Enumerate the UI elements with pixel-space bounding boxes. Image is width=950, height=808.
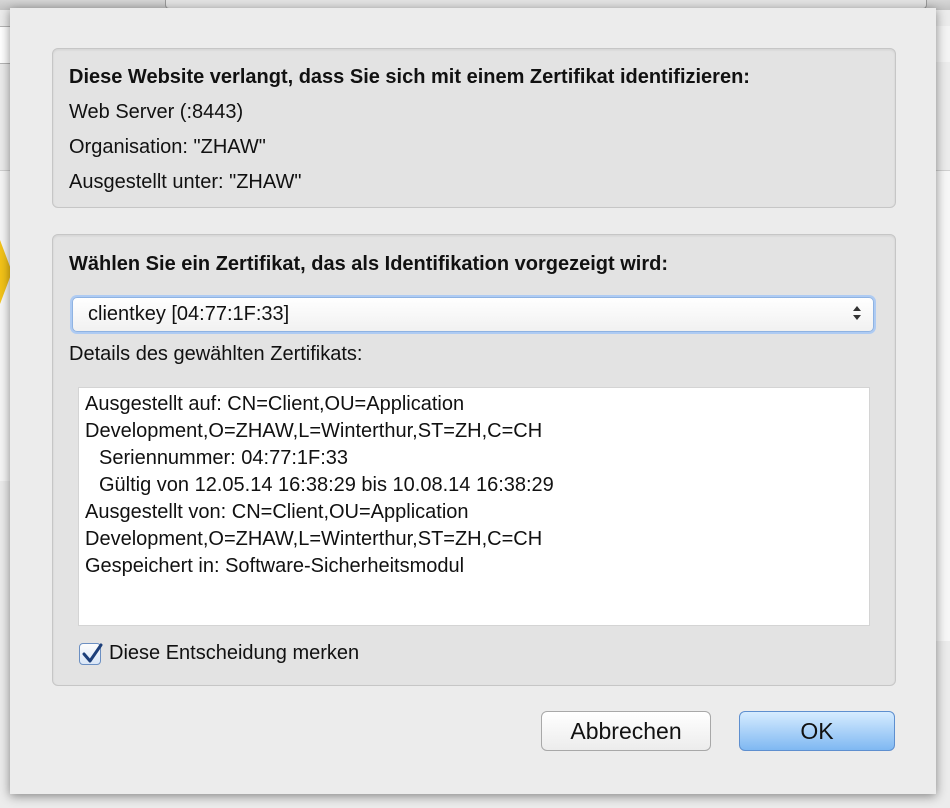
certificate-selection-box: Wählen Sie ein Zertifikat, das als Ident… [52, 234, 896, 686]
certificate-details-area[interactable]: Ausgestellt auf: CN=Client,OU=Applicatio… [78, 387, 870, 626]
selection-heading: Wählen Sie ein Zertifikat, das als Ident… [69, 253, 669, 275]
detail-issued-to-1: Ausgestellt auf: CN=Client,OU=Applicatio… [85, 393, 465, 415]
server-label: Web Server (:8443) [69, 101, 244, 123]
remember-label[interactable]: Diese Entscheidung merken [109, 642, 359, 665]
detail-validity: Gültig von 12.05.14 16:38:29 bis 10.08.1… [99, 474, 554, 496]
detail-issued-by-1: Ausgestellt von: CN=Client,OU=Applicatio… [85, 501, 469, 523]
ok-button[interactable]: OK [739, 711, 895, 751]
identity-info-box: Diese Website verlangt, dass Sie sich mi… [52, 48, 896, 208]
checkmark-icon [82, 643, 103, 663]
certificate-select[interactable]: clientkey [04:77:1F:33] [72, 297, 874, 332]
search-field-edge [935, 26, 950, 62]
detail-stored-in: Gespeichert in: Software-Sicherheitsmodu… [85, 555, 465, 577]
identity-heading: Diese Website verlangt, dass Sie sich mi… [69, 66, 750, 88]
page-background-edge-right [936, 170, 950, 641]
page-background-edge [0, 170, 10, 481]
details-label: Details des gewählten Zertifikats: [69, 343, 363, 365]
detail-issued-to-2: Development,O=ZHAW,L=Winterthur,ST=ZH,C=… [85, 420, 543, 442]
organisation-label: Organisation: "ZHAW" [69, 136, 266, 158]
detail-issued-by-2: Development,O=ZHAW,L=Winterthur,ST=ZH,C=… [85, 528, 543, 550]
cancel-button[interactable]: Abbrechen [541, 711, 711, 751]
certificate-dialog: Diese Website verlangt, dass Sie sich mi… [10, 8, 936, 794]
address-bar-edge [0, 26, 10, 64]
selected-certificate: clientkey [04:77:1F:33] [88, 303, 290, 325]
select-arrows-icon [851, 303, 863, 323]
detail-serial: Seriennummer: 04:77:1F:33 [99, 447, 349, 469]
remember-checkbox[interactable] [79, 643, 103, 665]
issued-under-label: Ausgestellt unter: "ZHAW" [69, 171, 302, 193]
